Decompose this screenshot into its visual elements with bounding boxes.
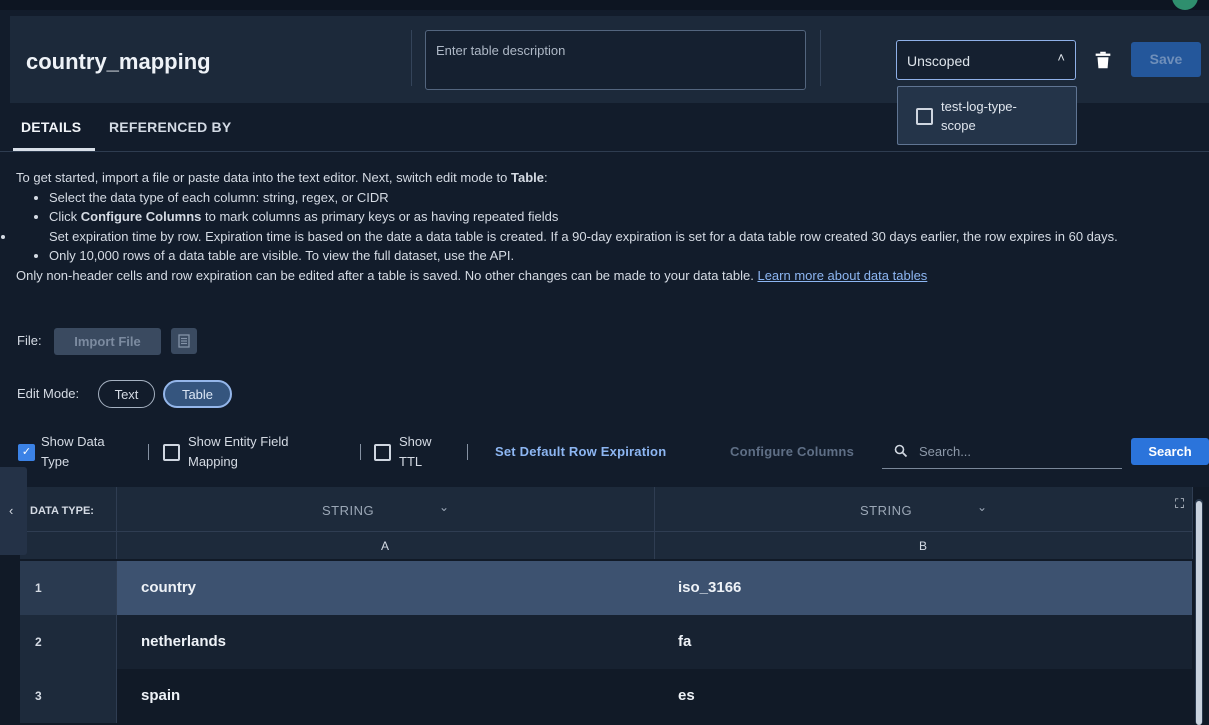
import-file-button[interactable]: Import File xyxy=(54,328,161,355)
instructions-intro: To get started, import a file or paste d… xyxy=(16,170,548,185)
list-item: Only 10,000 rows of a data table are vis… xyxy=(49,246,1201,266)
description-input[interactable]: Enter table description xyxy=(425,30,806,90)
data-type-header: DATA TYPE: xyxy=(20,487,117,532)
scope-select[interactable]: Unscoped ˄ xyxy=(896,40,1076,80)
table-row[interactable]: 3 spain es xyxy=(20,669,1192,723)
description-placeholder: Enter table description xyxy=(436,43,566,58)
table-cell[interactable]: fa xyxy=(678,633,691,650)
set-default-row-expiration-button[interactable]: Set Default Row Expiration xyxy=(495,444,666,459)
instructions-list: Select the data type of each column: str… xyxy=(16,188,1201,266)
instructions-outro: Only non-header cells and row expiration… xyxy=(16,267,928,283)
divider xyxy=(148,444,149,460)
trash-icon[interactable] xyxy=(1092,49,1114,71)
table-cell[interactable]: spain xyxy=(141,687,180,704)
column-b-type: STRING xyxy=(860,503,913,518)
edit-mode-label: Edit Mode: xyxy=(17,386,80,401)
list-item: Set expiration time by row. Expiration t… xyxy=(16,227,1201,247)
check-icon: ✓ xyxy=(21,446,32,458)
edit-mode-text-button[interactable]: Text xyxy=(98,380,155,408)
divider xyxy=(411,30,412,86)
show-entity-mapping-label[interactable]: Show Entity Field Mapping xyxy=(188,432,288,472)
search-icon xyxy=(894,444,908,458)
chevron-down-icon: ⌄ xyxy=(977,500,988,514)
search-button[interactable]: Search xyxy=(1131,438,1209,465)
tab-details[interactable]: DETAILS xyxy=(21,119,81,135)
column-a-type-select[interactable]: STRING ⌄ xyxy=(117,487,655,532)
file-options-button[interactable] xyxy=(171,328,197,354)
collapse-panel-button[interactable]: ‹ xyxy=(0,467,27,555)
scope-value: Unscoped xyxy=(907,53,971,69)
chevron-down-icon: ⌄ xyxy=(439,500,450,514)
table-cell[interactable]: country xyxy=(141,579,196,596)
table-cell[interactable]: netherlands xyxy=(141,633,226,650)
scrollbar-thumb[interactable] xyxy=(1196,501,1202,725)
tab-referenced-by[interactable]: REFERENCED BY xyxy=(109,119,231,135)
show-ttl-label[interactable]: Show TTL xyxy=(399,432,432,472)
table-cell[interactable]: es xyxy=(678,687,695,704)
column-b-type-select[interactable]: STRING ⌄ xyxy=(655,487,1193,532)
divider xyxy=(360,444,361,460)
table-toolbar: ✓ Show Data Type Show Entity Field Mappi… xyxy=(0,432,1209,472)
chevron-up-icon: ˄ xyxy=(1057,50,1065,65)
row-number: 1 xyxy=(20,561,117,615)
column-a-header[interactable]: A xyxy=(117,532,655,559)
data-grid: DATA TYPE: STRING ⌄ STRING ⌄ A B ⛶ 1 cou… xyxy=(0,487,1209,725)
list-item: Select the data type of each column: str… xyxy=(49,188,1201,208)
column-header-corner xyxy=(20,532,117,559)
show-data-type-checkbox[interactable]: ✓ xyxy=(18,444,35,461)
list-item: Click Configure Columns to mark columns … xyxy=(49,207,1201,227)
show-data-type-label[interactable]: Show Data Type xyxy=(41,432,105,472)
data-type-label: DATA TYPE: xyxy=(30,505,94,517)
instructions: To get started, import a file or paste d… xyxy=(16,168,1201,285)
scope-option-checkbox[interactable] xyxy=(916,108,933,125)
column-a-type: STRING xyxy=(322,503,375,518)
learn-more-link[interactable]: Learn more about data tables xyxy=(757,268,927,283)
table-name: country_mapping xyxy=(26,49,211,74)
expand-icon[interactable]: ⛶ xyxy=(1175,496,1184,512)
scope-option-label[interactable]: test-log-type-scope xyxy=(941,97,1051,135)
divider xyxy=(467,444,468,460)
file-icon xyxy=(178,334,190,348)
column-b-header[interactable]: B xyxy=(655,532,1193,559)
search-placeholder: Search... xyxy=(919,444,972,459)
show-entity-mapping-checkbox[interactable] xyxy=(163,444,180,461)
table-cell[interactable]: iso_3166 xyxy=(678,579,741,596)
search-input[interactable]: Search... xyxy=(882,432,1122,469)
top-bar xyxy=(0,0,1209,10)
save-button[interactable]: Save xyxy=(1131,42,1201,77)
divider xyxy=(820,30,821,86)
row-number: 2 xyxy=(20,615,117,669)
file-label: File: xyxy=(17,333,42,348)
table-row[interactable]: 2 netherlands fa xyxy=(20,615,1192,669)
configure-columns-button[interactable]: Configure Columns xyxy=(730,444,854,459)
scope-dropdown-menu: test-log-type-scope xyxy=(897,86,1077,145)
edit-mode-table-button[interactable]: Table xyxy=(163,380,232,408)
active-tab-indicator xyxy=(13,148,95,151)
table-row[interactable]: 1 country iso_3166 xyxy=(20,561,1192,615)
show-ttl-checkbox[interactable] xyxy=(374,444,391,461)
row-number: 3 xyxy=(20,669,117,723)
chevron-left-icon: ‹ xyxy=(9,503,14,518)
